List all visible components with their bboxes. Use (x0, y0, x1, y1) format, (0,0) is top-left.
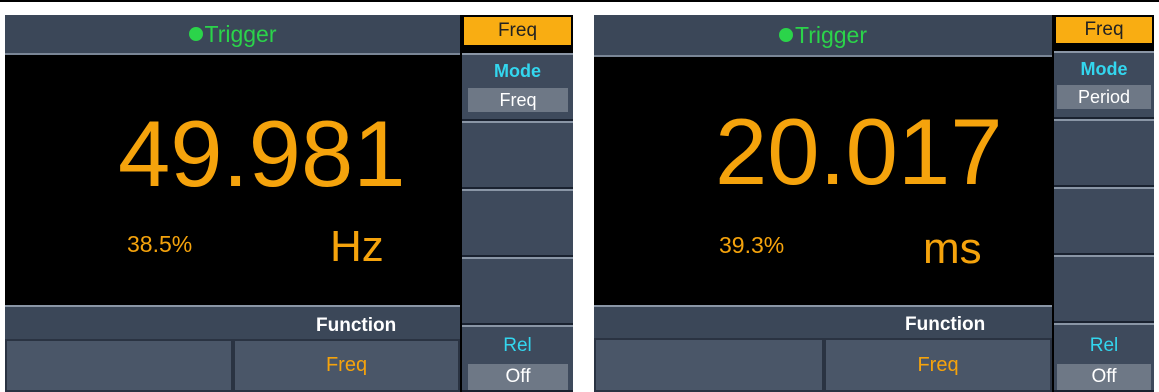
trigger-label: Trigger (795, 21, 867, 48)
measurement-display: 20.017 39.3% ms (594, 57, 1052, 305)
softkey-mode[interactable]: Mode Freq (462, 53, 573, 121)
softkey-rel[interactable]: Rel Off (1054, 323, 1154, 392)
measurement-display: 49.981 38.5% Hz (5, 55, 460, 305)
mode-value: Period (1057, 85, 1151, 109)
mode-value: Freq (468, 88, 568, 112)
rel-title: Rel (1089, 335, 1119, 356)
meter-screen-left: Trigger 49.981 38.5% Hz Function Freq Fr… (5, 15, 573, 392)
softkey-blank-2[interactable] (1054, 187, 1154, 255)
function-label: Function (905, 314, 986, 335)
function-button-freq[interactable]: Freq (233, 339, 460, 392)
top-rule (0, 0, 1159, 2)
softkey-blank-2[interactable] (462, 189, 573, 257)
mode-title: Mode (1080, 59, 1128, 79)
function-button-freq[interactable]: Freq (824, 338, 1052, 392)
trigger-indicator: Trigger (5, 15, 460, 53)
rel-value: Off (1057, 364, 1151, 390)
status-bar: Trigger (5, 15, 460, 55)
mode-title: Mode (494, 61, 541, 81)
softkey-freq-header[interactable]: Freq (462, 15, 573, 47)
softkey-blank-3[interactable] (462, 257, 573, 325)
function-bar: Function (5, 305, 460, 339)
softkey-mode[interactable]: Mode Period (1054, 51, 1154, 119)
softkey-rel[interactable]: Rel Off (462, 325, 573, 392)
function-button-1[interactable] (5, 339, 233, 392)
measurement-value: 20.017 (715, 99, 1003, 204)
meter-screen-right: Trigger 20.017 39.3% ms Function Freq Fr… (594, 15, 1154, 392)
softkey-freq-header[interactable]: Freq (1054, 15, 1154, 45)
measurement-unit: ms (923, 224, 982, 273)
function-label: Function (316, 315, 397, 336)
status-bar: Trigger (594, 15, 1052, 57)
trigger-dot-icon (779, 28, 793, 42)
trigger-label: Trigger (204, 20, 277, 47)
rel-value: Off (468, 364, 568, 390)
trigger-indicator: Trigger (594, 15, 1052, 55)
percent-readout: 39.3% (719, 232, 785, 258)
measurement-unit: Hz (330, 222, 384, 271)
softkey-blank-3[interactable] (1054, 255, 1154, 323)
function-bar: Function (594, 305, 1052, 338)
measurement-value: 49.981 (118, 101, 406, 206)
percent-readout: 38.5% (127, 231, 193, 257)
softkey-blank-1[interactable] (462, 121, 573, 189)
softkey-blank-1[interactable] (1054, 119, 1154, 187)
rel-title: Rel (503, 335, 532, 356)
function-button-1[interactable] (594, 338, 824, 392)
trigger-dot-icon (188, 27, 203, 41)
